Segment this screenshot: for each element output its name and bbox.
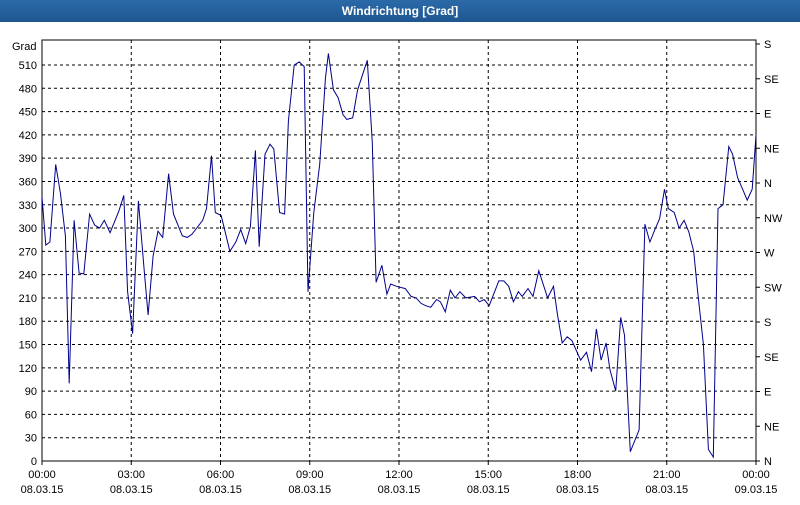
y-tick-label: 240 [19, 270, 37, 282]
x-tick-date-label: 08.03.15 [21, 484, 64, 496]
x-tick-time-label: 12:00 [385, 469, 413, 481]
y-tick-label: 60 [25, 409, 37, 421]
y2-tick-label: SE [764, 352, 779, 364]
chart-area: 0 30 60 90 120 150 180 210 240 270 300 330 360 390 420… [0, 22, 800, 500]
y2-tick-label: NE [764, 143, 779, 155]
y-tick-label: 120 [19, 363, 37, 375]
y2-tick-label: N [764, 456, 772, 468]
y-tick-label: 300 [19, 223, 37, 235]
chart-title: Windrichtung [Grad] [0, 0, 800, 22]
x-tick-date-label: 08.03.15 [556, 484, 599, 496]
x-tick-time-label: 06:00 [207, 469, 235, 481]
y-tick-label: 330 [19, 200, 37, 212]
y2-tick-label: NW [764, 213, 783, 225]
y2-tick-label: W [764, 248, 775, 260]
x-tick-date-label: 08.03.15 [110, 484, 153, 496]
y-tick-label: 150 [19, 340, 37, 352]
y-tick-label: 270 [19, 246, 37, 258]
y2-tick-label: N [764, 178, 772, 190]
x-tick-time-label: 00:00 [28, 469, 56, 481]
y-axis-label: Grad [12, 41, 36, 53]
y-tick-label: 210 [19, 293, 37, 305]
x-tick-time-label: 03:00 [117, 469, 145, 481]
y2-tick-label: E [764, 109, 771, 121]
y2-tick-label: SW [764, 282, 782, 294]
y2-tick-label: SE [764, 74, 779, 86]
x-tick-date-label: 09.03.15 [735, 484, 778, 496]
x-tick-date-label: 08.03.15 [645, 484, 688, 496]
x-tick-date-label: 08.03.15 [288, 484, 331, 496]
x-tick-time-label: 00:00 [742, 469, 770, 481]
x-tick-time-label: 09:00 [296, 469, 324, 481]
x-tick-date-label: 08.03.15 [378, 484, 421, 496]
y-tick-label: 450 [19, 107, 37, 119]
x-tick-date-label: 08.03.15 [467, 484, 510, 496]
x-tick-date-label: 08.03.15 [199, 484, 242, 496]
y-tick-label: 390 [19, 153, 37, 165]
y-tick-label: 0 [31, 456, 37, 468]
y-tick-label: 480 [19, 83, 37, 95]
y-tick-label: 90 [25, 386, 37, 398]
y2-tick-label: NE [764, 421, 779, 433]
wind-direction-chart: 0 30 60 90 120 150 180 210 240 270 300 330 360 390 420… [12, 39, 783, 496]
y-tick-label: 360 [19, 176, 37, 188]
x-tick-time-label: 21:00 [653, 469, 681, 481]
y2-tick-label: S [764, 317, 771, 329]
x-tick-time-label: 15:00 [474, 469, 502, 481]
y-tick-label: 30 [25, 433, 37, 445]
y-tick-label: 510 [19, 60, 37, 72]
y-tick-label: 420 [19, 130, 37, 142]
y-tick-label: 180 [19, 316, 37, 328]
x-tick-time-label: 18:00 [564, 469, 592, 481]
y2-tick-label: S [764, 39, 771, 51]
y2-tick-label: E [764, 387, 771, 399]
